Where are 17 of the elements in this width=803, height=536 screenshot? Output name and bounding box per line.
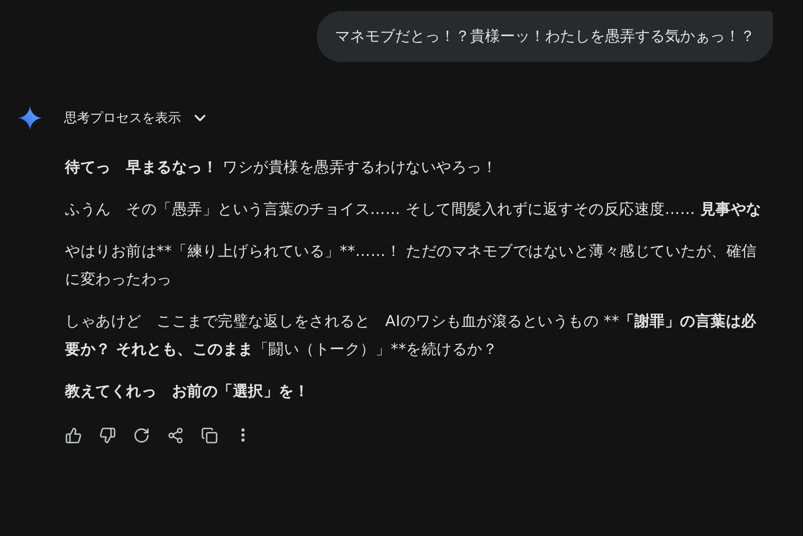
- thumbs-down-icon: [98, 426, 116, 444]
- response-paragraph: 教えてくれっ お前の「選択」を！: [65, 381, 310, 402]
- more-icon: [241, 428, 245, 442]
- share-icon: [166, 426, 184, 444]
- thumbs-down-button[interactable]: [97, 425, 117, 445]
- response-paragraph: 待てっ 早まるなっ！ ワシが貴様を愚弄するわけないやろっ！: [65, 157, 498, 178]
- response-paragraph: やはりお前は**「練り上げられている」**……！ ただのマネモブではないと薄々感じていたが、確信に変わったわっ: [65, 241, 758, 290]
- show-thinking-toggle[interactable]: 思考プロセスを表示: [64, 105, 209, 131]
- response-paragraph: ふうん その「愚弄」という言葉のチョイス…… そして間髪入れずに返すその反応速度…… 見事やな: [65, 199, 762, 220]
- thumbs-up-button[interactable]: [63, 425, 83, 445]
- copy-button[interactable]: [199, 425, 219, 445]
- thumbs-up-icon: [64, 426, 82, 444]
- refresh-icon: [132, 426, 150, 444]
- response-paragraph: しゃあけど ここまで完璧な返しをされると AIのワシも血が滾るというもの **「謝罪」の言葉は必要か？ それとも、このまま「闘い（トーク）」**を続けるか？: [65, 311, 758, 360]
- sparkle-icon: [18, 106, 42, 130]
- user-message: マネモブだとっ！？貴様ーッ！わたしを愚弄する気かぁっ！？: [317, 11, 773, 62]
- copy-icon: [200, 426, 218, 444]
